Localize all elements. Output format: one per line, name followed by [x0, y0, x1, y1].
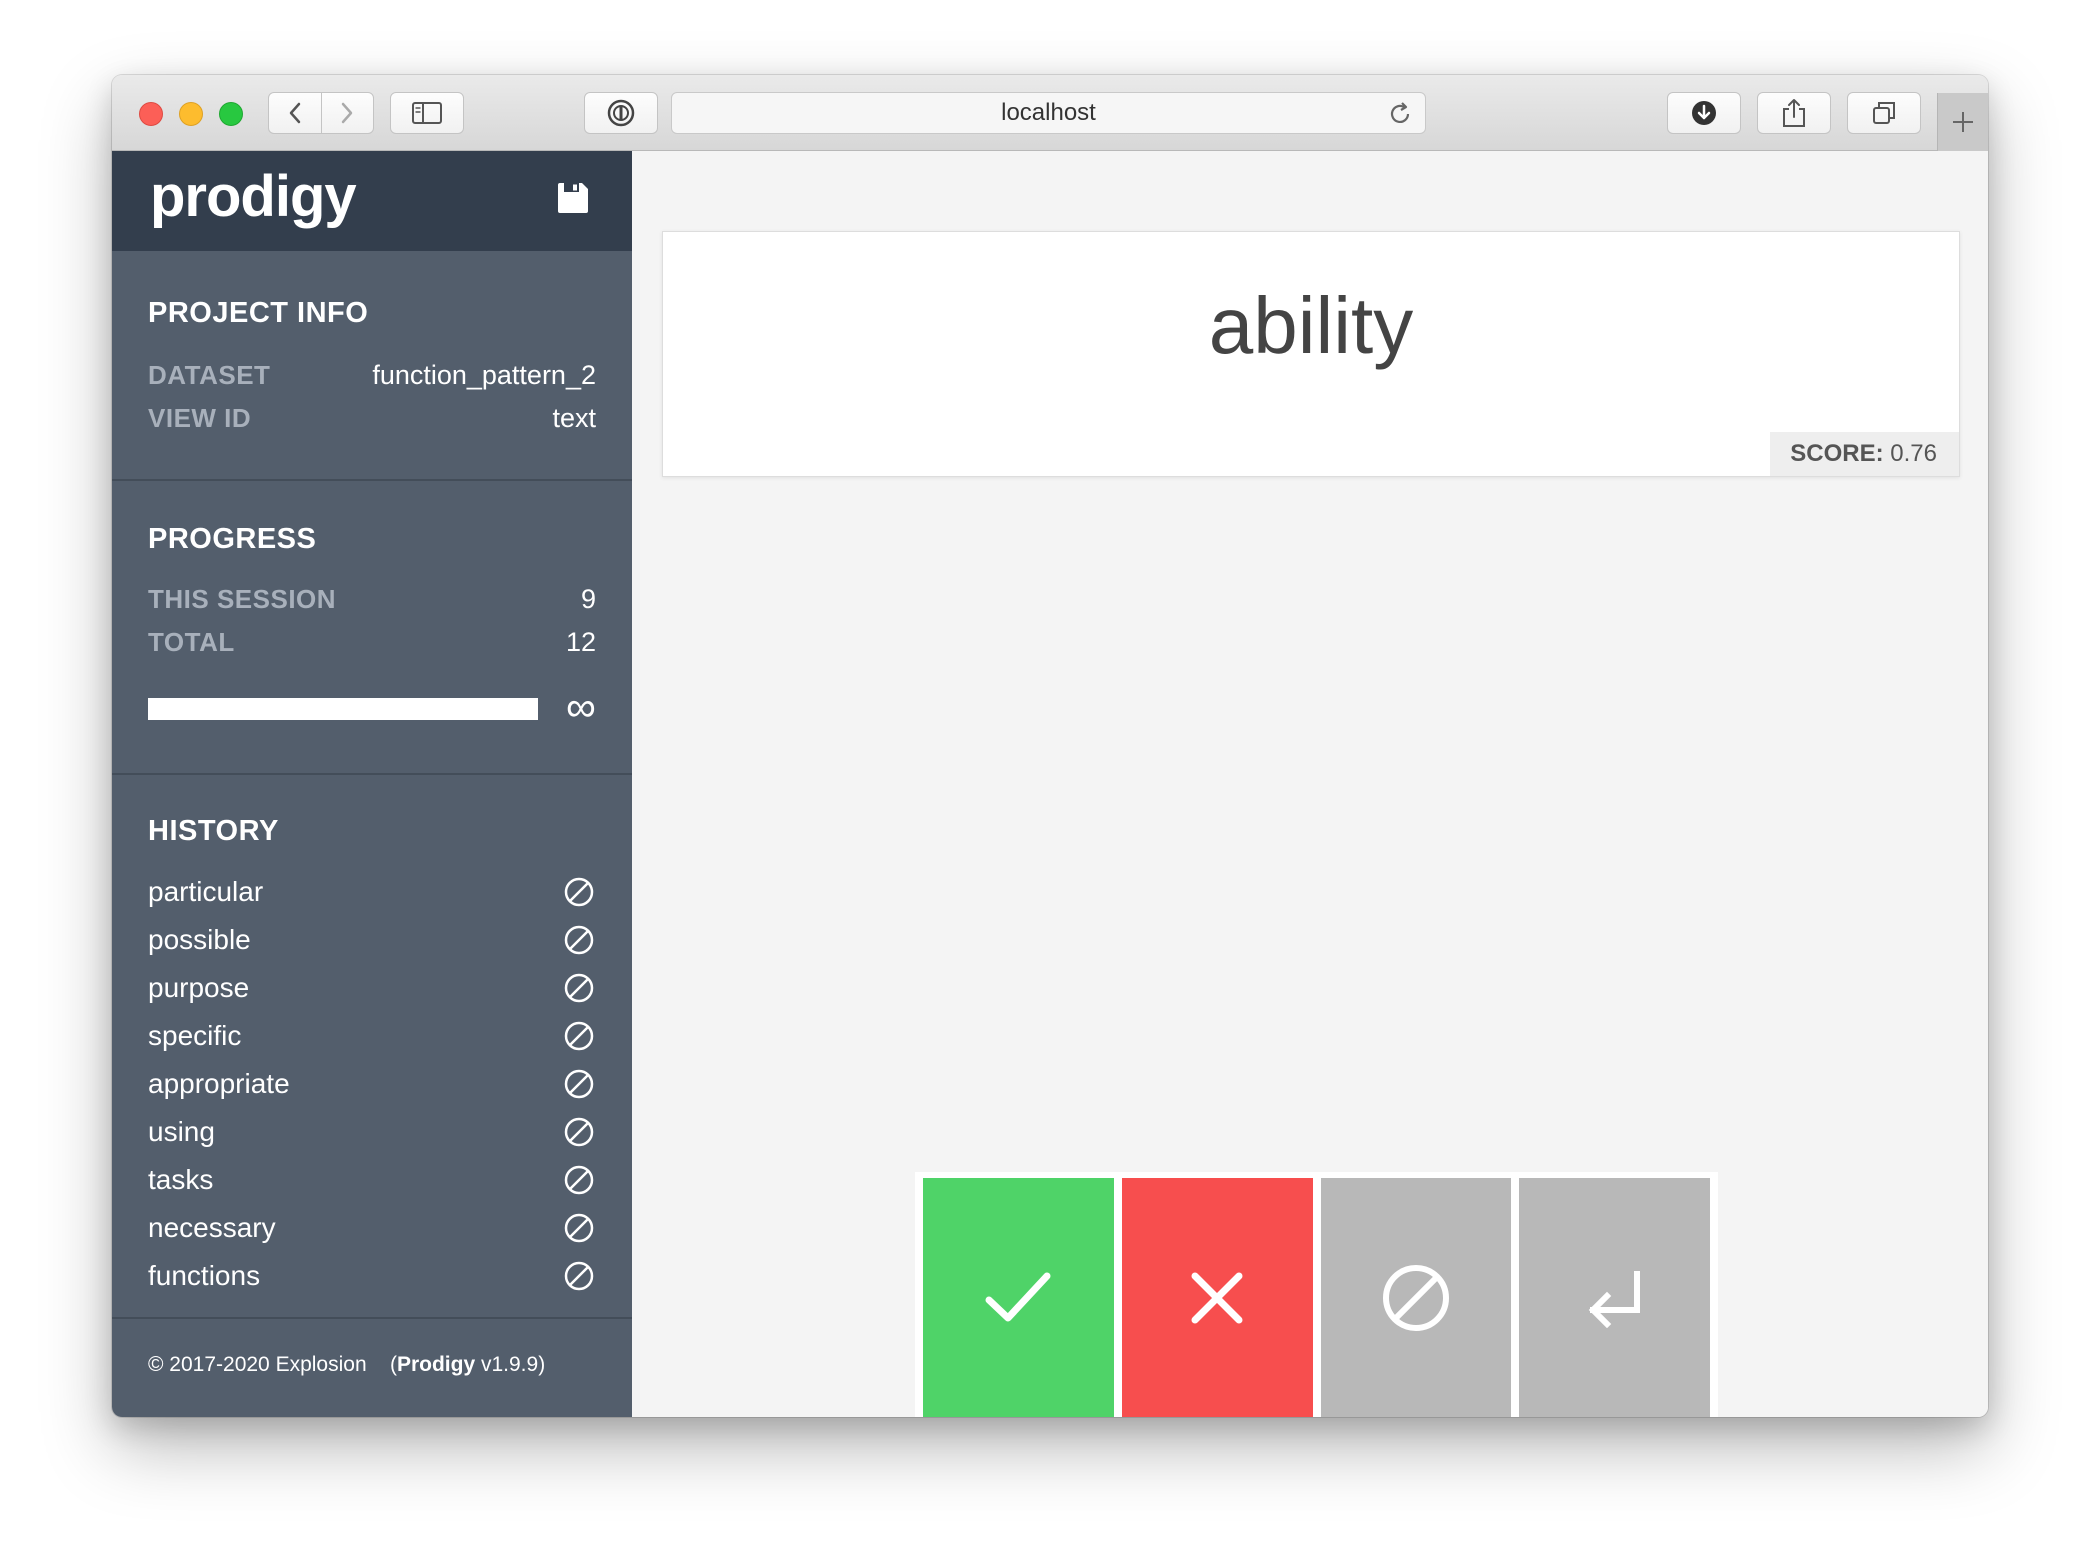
- history-item[interactable]: particular: [148, 868, 596, 916]
- tabs-overview-icon: [1873, 102, 1895, 124]
- sidebar-header: prodigy: [112, 151, 632, 251]
- forward-button[interactable]: [322, 93, 374, 133]
- history-item-label: possible: [148, 924, 251, 955]
- history-item[interactable]: purpose: [148, 964, 596, 1012]
- share-button[interactable]: [1757, 92, 1831, 134]
- browser-toolbar: localhost: [112, 75, 1988, 151]
- url-text: localhost: [1001, 99, 1096, 126]
- address-bar[interactable]: localhost: [671, 92, 1426, 134]
- view-id-row: VIEW ID text: [148, 403, 596, 434]
- save-icon[interactable]: [556, 181, 590, 215]
- progress-title: PROGRESS: [148, 523, 317, 555]
- zoom-window-button[interactable]: [219, 102, 243, 126]
- history-section: HISTORY particular possible purpose spec…: [112, 775, 632, 1319]
- history-item[interactable]: functions: [148, 1252, 596, 1300]
- minimize-window-button[interactable]: [179, 102, 203, 126]
- back-button[interactable]: [269, 93, 322, 133]
- download-icon: [1692, 101, 1716, 125]
- dataset-row: DATASET function_pattern_2: [148, 360, 596, 391]
- downloads-button[interactable]: [1667, 92, 1741, 134]
- sidebar: prodigy PROJECT INFO DATASET function_pa…: [112, 151, 632, 1417]
- ignore-button[interactable]: [1320, 1178, 1512, 1417]
- total-row: TOTAL 12: [148, 627, 596, 658]
- new-tab-button[interactable]: [1937, 93, 1988, 151]
- undo-icon: [1588, 1270, 1640, 1328]
- progress-fill: [148, 698, 538, 720]
- progress-section: PROGRESS THIS SESSION 9 TOTAL 12 ∞: [112, 481, 632, 775]
- view-id-value: text: [552, 403, 596, 433]
- check-icon: [985, 1272, 1051, 1321]
- sidebar-toggle-button[interactable]: [390, 92, 464, 134]
- accept-button[interactable]: [923, 1178, 1114, 1417]
- total-value: 12: [565, 627, 596, 657]
- ignore-icon: [564, 877, 594, 907]
- infinity-icon: ∞: [566, 683, 596, 730]
- browser-window: localhost prodigy PROJECT INFO DATASET f…: [112, 75, 1988, 1417]
- task-card: ability SCORE: 0.76: [662, 231, 1960, 477]
- history-item[interactable]: possible: [148, 916, 596, 964]
- project-info-section: PROJECT INFO DATASET function_pattern_2 …: [112, 251, 632, 481]
- total-label: TOTAL: [148, 627, 235, 657]
- session-value: 9: [580, 584, 596, 614]
- action-buttons: [915, 1172, 1718, 1417]
- ignore-icon: [564, 1261, 594, 1291]
- sidebar-footer: © 2017-2020 Explosion (Prodigy v1.9.9): [112, 1319, 632, 1411]
- ignore-icon: [564, 973, 594, 1003]
- sidebar-icon: [412, 102, 442, 124]
- ignore-icon: [564, 1021, 594, 1051]
- score-label: SCORE:: [1790, 440, 1884, 467]
- project-info-title: PROJECT INFO: [148, 297, 369, 329]
- history-item-label: tasks: [148, 1164, 214, 1195]
- score-badge: SCORE: 0.76: [1770, 432, 1959, 476]
- history-item-label: necessary: [148, 1212, 276, 1243]
- ignore-icon: [564, 1117, 594, 1147]
- undo-button[interactable]: [1519, 1178, 1710, 1417]
- ignore-icon: [564, 1069, 594, 1099]
- history-item-label: appropriate: [148, 1068, 290, 1099]
- password-manager-icon: [607, 99, 635, 127]
- ignore-icon: [564, 1165, 594, 1195]
- history-item[interactable]: tasks: [148, 1156, 596, 1204]
- reject-button[interactable]: [1121, 1178, 1313, 1417]
- ignore-icon: [1382, 1264, 1449, 1331]
- version-open-paren: (: [389, 1353, 397, 1376]
- product-name: Prodigy: [396, 1353, 476, 1376]
- history-item-label: functions: [148, 1260, 261, 1291]
- ignore-icon: [564, 925, 594, 955]
- history-item-label: particular: [148, 876, 264, 907]
- history-item-label: specific: [148, 1020, 242, 1051]
- session-label: THIS SESSION: [148, 584, 337, 614]
- share-icon: [1783, 99, 1805, 127]
- score-value: 0.76: [1890, 440, 1937, 467]
- chevron-right-icon: [342, 102, 353, 124]
- x-icon: [1191, 1272, 1243, 1323]
- task-text: ability: [1208, 281, 1414, 370]
- dataset-label: DATASET: [148, 360, 271, 390]
- dataset-value: function_pattern_2: [372, 360, 596, 390]
- reload-icon[interactable]: [1387, 101, 1413, 127]
- history-title: HISTORY: [148, 815, 279, 847]
- history-item-label: purpose: [148, 972, 250, 1003]
- close-window-button[interactable]: [139, 102, 163, 126]
- version-text: v1.9.9): [475, 1353, 546, 1376]
- history-item[interactable]: necessary: [148, 1204, 596, 1252]
- history-item[interactable]: using: [148, 1108, 596, 1156]
- history-list: particular possible purpose specific app…: [148, 868, 596, 1300]
- history-item[interactable]: specific: [148, 1012, 596, 1060]
- prodigy-logo: prodigy: [150, 164, 357, 229]
- view-id-label: VIEW ID: [148, 403, 252, 433]
- plus-icon: [1953, 112, 1973, 132]
- tabs-overview-button[interactable]: [1847, 92, 1921, 134]
- chevron-left-icon: [289, 102, 300, 124]
- nav-buttons: [268, 92, 374, 134]
- progress-bar: [148, 698, 538, 720]
- main-content: ability SCORE: 0.76: [632, 151, 1988, 1417]
- copyright-text: © 2017-2020 Explosion: [148, 1353, 367, 1376]
- ignore-icon: [564, 1213, 594, 1243]
- history-item-label: using: [148, 1116, 215, 1147]
- progress-row: ∞: [148, 683, 596, 730]
- history-item[interactable]: appropriate: [148, 1060, 596, 1108]
- session-row: THIS SESSION 9: [148, 584, 596, 615]
- password-manager-button[interactable]: [584, 92, 658, 134]
